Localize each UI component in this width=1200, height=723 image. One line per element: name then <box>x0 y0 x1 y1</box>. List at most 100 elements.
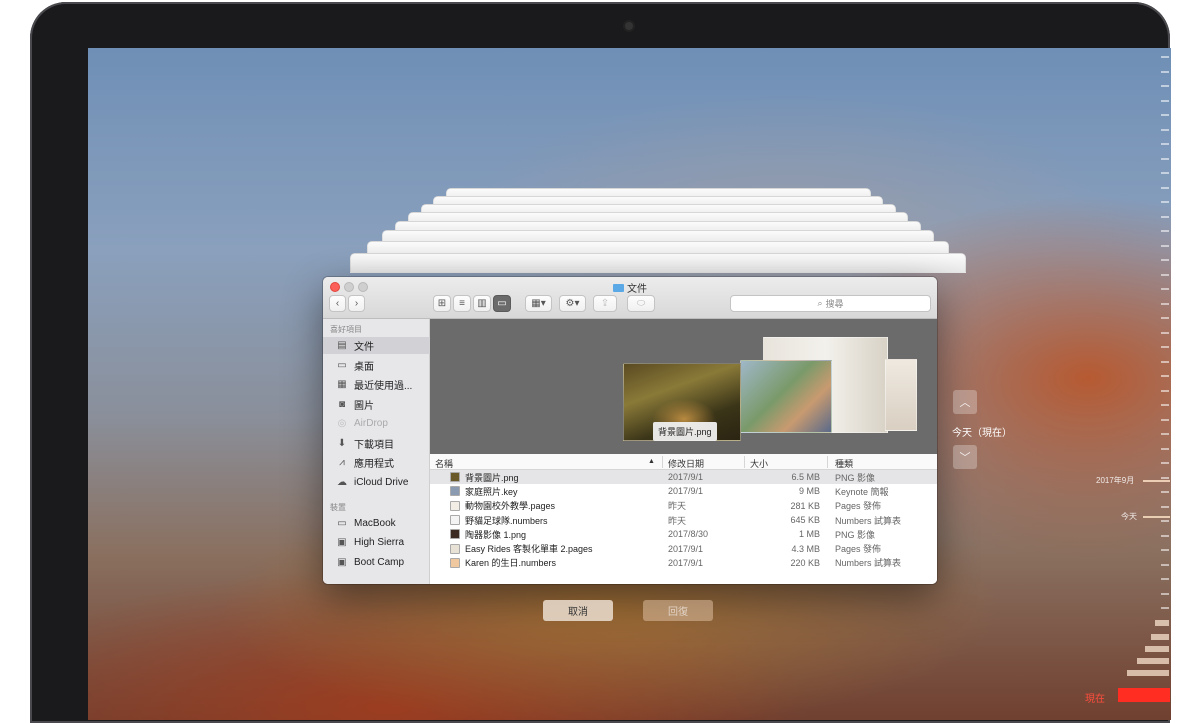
restore-button[interactable]: 回復 <box>643 600 713 621</box>
column-header-kind[interactable]: 種類 <box>835 457 853 470</box>
table-row[interactable]: 動物園校外教學.pages 昨天 281 KB Pages 發佈 <box>430 499 937 513</box>
timeline-tick[interactable] <box>1161 520 1169 522</box>
timeline-tick[interactable] <box>1161 433 1169 435</box>
backup-window-stack-layer[interactable] <box>350 253 966 273</box>
sidebar-item-icloud-drive[interactable]: ☁ iCloud Drive <box>323 474 430 491</box>
timeline-tick[interactable] <box>1143 516 1170 518</box>
timeline-tick[interactable] <box>1161 462 1169 464</box>
view-list-button[interactable]: ≡ <box>453 295 471 312</box>
timeline-tick[interactable] <box>1161 375 1169 377</box>
sidebar-item-desktop[interactable]: ▭ 桌面 <box>323 357 430 374</box>
sidebar-item-boot-camp[interactable]: ▣ Boot Camp <box>323 554 430 571</box>
timeline-tick[interactable] <box>1161 201 1169 203</box>
timeline-tick[interactable] <box>1151 634 1169 640</box>
sidebar-item-recents[interactable]: ▦ 最近使用過... <box>323 376 430 393</box>
table-row[interactable]: Easy Rides 客製化單車 2.pages 2017/9/1 4.3 MB… <box>430 542 937 556</box>
table-row[interactable]: Karen 的生日.numbers 2017/9/1 220 KB Number… <box>430 556 937 570</box>
back-button[interactable]: ‹ <box>329 295 346 312</box>
older-backup-button[interactable]: ︿ <box>953 390 977 414</box>
timeline-tick[interactable] <box>1161 99 1169 102</box>
sidebar-item-applications[interactable]: ⩘ 應用程式 <box>323 454 430 471</box>
timeline-tick[interactable] <box>1161 172 1169 174</box>
timeline-tick[interactable] <box>1161 505 1169 508</box>
timeline-tick[interactable] <box>1161 157 1169 160</box>
timeline-tick[interactable] <box>1161 317 1169 319</box>
timeline-tick[interactable] <box>1145 646 1169 652</box>
timeline-tick[interactable] <box>1161 230 1169 232</box>
timeline-tick[interactable] <box>1161 404 1169 406</box>
timeline-tick[interactable] <box>1161 273 1169 276</box>
timeline-tick[interactable] <box>1161 186 1169 189</box>
sidebar-item-airdrop[interactable]: ◎ AirDrop <box>323 415 430 432</box>
file-date: 2017/9/1 <box>668 472 704 483</box>
column-header-name[interactable]: 名稱 <box>435 457 453 470</box>
sidebar-item-pictures[interactable]: ◙ 圖片 <box>323 396 430 413</box>
action-menu-button[interactable]: ⚙▾ <box>559 295 586 312</box>
table-row[interactable]: 家庭照片.key 2017/9/1 9 MB Keynote 簡報 <box>430 484 937 498</box>
coverflow-item-family-photo[interactable] <box>740 360 832 433</box>
timeline-tick[interactable] <box>1161 592 1169 595</box>
coverflow-item-document[interactable] <box>885 359 917 431</box>
timeline-tick[interactable] <box>1161 143 1169 145</box>
share-button[interactable]: ⇪ <box>593 295 617 312</box>
timeline-tick[interactable] <box>1161 288 1169 290</box>
sidebar-item-label: iCloud Drive <box>354 477 409 488</box>
table-row[interactable]: 背景圖片.png 2017/9/1 6.5 MB PNG 影像 <box>430 470 937 485</box>
column-header-date[interactable]: 修改日期 <box>668 457 704 470</box>
timeline-now-marker[interactable] <box>1118 688 1170 702</box>
sidebar-item-documents[interactable]: ▤ 文件 <box>323 337 430 354</box>
table-row[interactable]: 野貓足球隊.numbers 昨天 645 KB Numbers 試算表 <box>430 513 937 527</box>
timeline-tick[interactable] <box>1127 670 1169 676</box>
timeline-tick[interactable] <box>1161 215 1169 218</box>
cloud-icon: ☁ <box>337 477 347 488</box>
timeline-tick[interactable] <box>1161 491 1169 493</box>
timeline-label-month[interactable]: 2017年9月 <box>1096 475 1134 486</box>
file-date: 2017/9/1 <box>668 486 704 497</box>
sidebar-item-downloads[interactable]: ⬇ 下載項目 <box>323 435 430 452</box>
chevron-up-icon: ︿ <box>959 397 971 409</box>
timeline-tick[interactable] <box>1161 476 1169 479</box>
timeline-tick[interactable] <box>1161 578 1169 580</box>
timeline-tick[interactable] <box>1161 389 1169 392</box>
timeline-tick[interactable] <box>1161 563 1169 566</box>
newer-backup-button[interactable]: ﹀ <box>953 445 977 469</box>
timeline-tick[interactable] <box>1155 620 1169 626</box>
file-size: 9 MB <box>798 486 820 497</box>
sidebar-item-label: 圖片 <box>354 401 374 412</box>
timeline-tick[interactable] <box>1161 331 1169 334</box>
view-columns-button[interactable]: ▥ <box>473 295 491 312</box>
chevron-down-icon: ﹀ <box>959 452 971 464</box>
view-icons-button[interactable]: ⊞ <box>433 295 451 312</box>
sidebar-item-label: Boot Camp <box>354 557 405 568</box>
timeline-tick[interactable] <box>1161 346 1169 348</box>
timeline-tick[interactable] <box>1161 418 1169 421</box>
timeline-tick[interactable] <box>1161 549 1169 551</box>
sidebar-item-high-sierra[interactable]: ▣ High Sierra <box>323 534 430 551</box>
timeline-tick[interactable] <box>1161 534 1169 537</box>
timeline-tick[interactable] <box>1161 259 1169 261</box>
column-header-size[interactable]: 大小 <box>750 457 768 470</box>
timeline-tick[interactable] <box>1161 302 1169 305</box>
timeline-tick[interactable] <box>1161 447 1169 450</box>
timeline-tick[interactable] <box>1161 85 1169 87</box>
timeline-label-today[interactable]: 今天 <box>1121 511 1137 522</box>
coverflow-preview: 背景圖片.png <box>430 319 937 454</box>
timeline-tick[interactable] <box>1161 56 1169 58</box>
tag-button[interactable]: ⬭ <box>627 295 655 312</box>
forward-button[interactable]: › <box>348 295 365 312</box>
view-coverflow-button[interactable]: ▭ <box>493 295 511 312</box>
timeline-tick[interactable] <box>1137 658 1169 664</box>
table-row[interactable]: 陶器影像 1.png 2017/8/30 1 MB PNG 影像 <box>430 527 937 541</box>
sidebar-item-macbook[interactable]: ▭ MacBook <box>323 515 430 532</box>
timeline-tick[interactable] <box>1143 480 1170 482</box>
timeline-label-now[interactable]: 現在 <box>1085 690 1105 705</box>
timeline-tick[interactable] <box>1161 607 1169 609</box>
group-by-button[interactable]: ▦▾ <box>525 295 552 312</box>
timeline-tick[interactable] <box>1161 114 1169 116</box>
timeline-tick[interactable] <box>1161 70 1169 73</box>
timeline-tick[interactable] <box>1161 244 1169 247</box>
cancel-button[interactable]: 取消 <box>543 600 613 621</box>
timeline-tick[interactable] <box>1161 128 1169 131</box>
search-field[interactable]: ⌕ 搜尋 <box>730 295 931 312</box>
timeline-tick[interactable] <box>1161 360 1169 363</box>
